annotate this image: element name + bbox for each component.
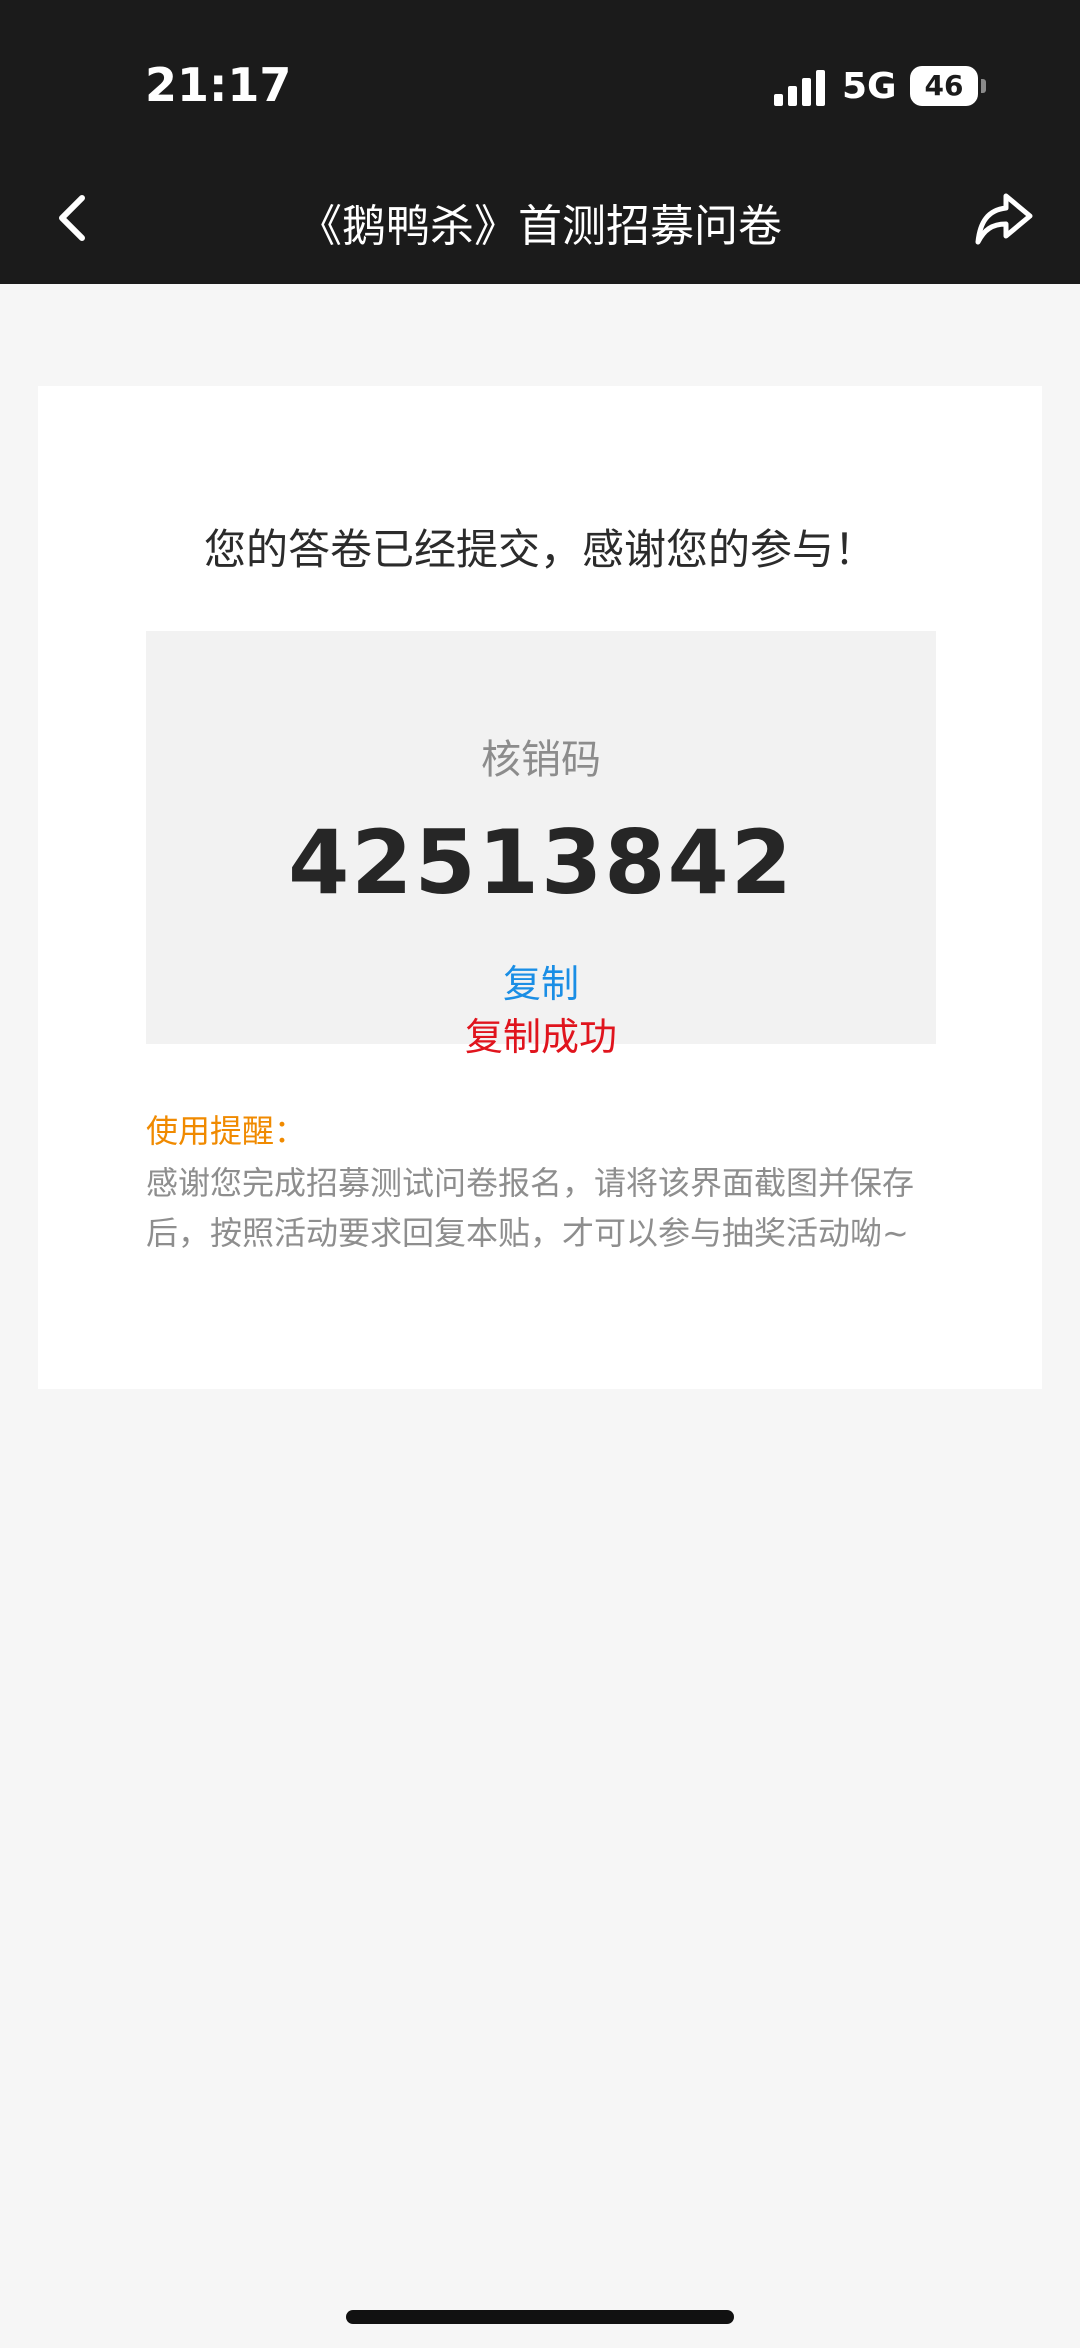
network-type: 5G (842, 66, 897, 107)
redeem-code-value: 42513842 (288, 811, 794, 914)
signal-icon (774, 70, 826, 106)
battery-icon: 46 (910, 66, 978, 106)
top-bar: 21:17 5G 46 《鹅鸭杀》首测招募问卷 (0, 0, 1080, 284)
page-title: 《鹅鸭杀》首测招募问卷 (298, 201, 782, 252)
copy-button[interactable]: 复制 (441, 953, 641, 1008)
status-time: 21:17 (145, 58, 292, 112)
chevron-left-icon[interactable] (48, 180, 100, 256)
reminder-title: 使用提醒： (146, 1112, 307, 1150)
share-arrow-icon[interactable] (972, 186, 1036, 250)
battery-level: 46 (924, 69, 964, 102)
submit-success-message: 您的答卷已经提交，感谢您的参与！ (203, 525, 876, 574)
redeem-code-label: 核销码 (481, 737, 601, 783)
result-card: 您的答卷已经提交，感谢您的参与！ 核销码 42513842 复制 复制成功 使用… (38, 386, 1042, 1389)
copy-success-text: 复制成功 (464, 1015, 617, 1059)
battery-tip (981, 79, 986, 93)
redeem-code-box: 核销码 42513842 复制 复制成功 (146, 631, 936, 1059)
home-indicator[interactable] (346, 2310, 734, 2324)
reminder-text: 感谢您完成招募测试问卷报名，请将该界面截图并保存后，按照活动要求回复本贴，才可以… (146, 1164, 915, 1252)
